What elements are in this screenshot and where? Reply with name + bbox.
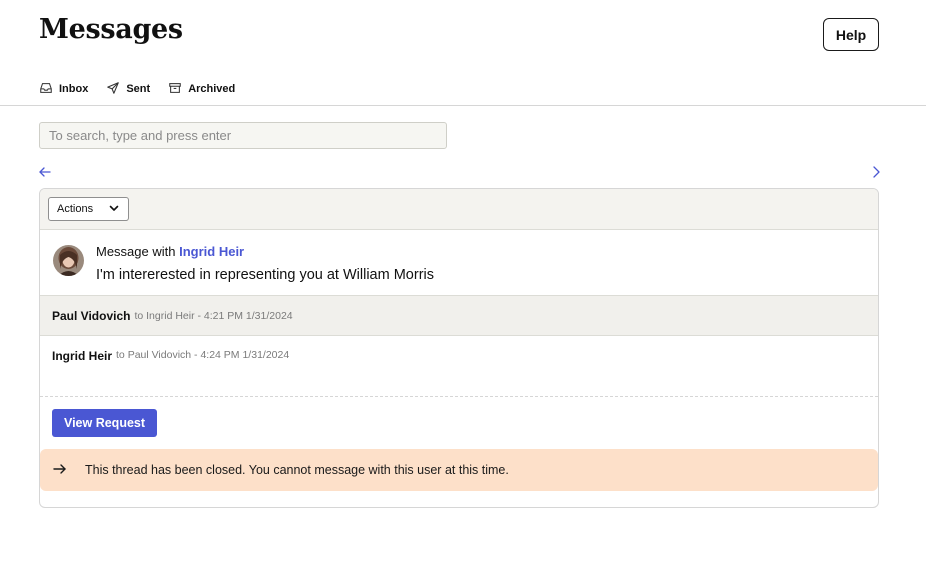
next-chevron-icon[interactable] (868, 164, 884, 180)
tab-inbox-label: Inbox (59, 83, 89, 95)
tab-sent[interactable]: Sent (106, 80, 150, 98)
tabs-divider (0, 105, 926, 106)
message-meta: to Ingrid Heir - 4:21 PM 1/31/2024 (134, 309, 293, 322)
thread-header: Message with Ingrid Heir I'm interereste… (40, 230, 878, 296)
archive-icon (168, 81, 182, 98)
message-row[interactable]: Ingrid Heir to Paul Vidovich - 4:24 PM 1… (40, 336, 878, 397)
thread-toolbar: Actions (40, 189, 878, 230)
message-row[interactable]: Paul Vidovich to Ingrid Heir - 4:21 PM 1… (40, 296, 878, 336)
send-icon (106, 81, 120, 98)
chevron-down-icon (108, 202, 120, 217)
message-with-prefix: Message with (96, 244, 176, 259)
message-sender: Ingrid Heir (52, 349, 113, 363)
closed-notice-text: This thread has been closed. You cannot … (85, 463, 509, 477)
tab-sent-label: Sent (126, 83, 151, 95)
message-with-line: Message with Ingrid Heir (96, 244, 244, 259)
arrow-right-icon (52, 461, 85, 480)
avatar (53, 245, 84, 276)
message-meta: to Paul Vidovich - 4:24 PM 1/31/2024 (116, 349, 290, 361)
participant-link[interactable]: Ingrid Heir (179, 244, 244, 259)
message-tabs: Inbox Sent Archived (39, 80, 235, 98)
tab-archived[interactable]: Archived (168, 80, 235, 98)
help-button[interactable]: Help (823, 18, 879, 51)
tab-inbox[interactable]: Inbox (39, 80, 88, 98)
tab-archived-label: Archived (188, 83, 236, 95)
actions-dropdown[interactable]: Actions (48, 197, 129, 221)
message-sender: Paul Vidovich (52, 308, 131, 323)
thread-subject: I'm intererested in representing you at … (96, 267, 434, 283)
message-thread: Actions Message with Ingrid Heir I'm int… (39, 188, 879, 508)
inbox-icon (39, 81, 53, 98)
search-input[interactable] (39, 122, 447, 149)
actions-label: Actions (57, 203, 94, 215)
previous-arrow-icon[interactable] (37, 164, 53, 180)
closed-thread-notice: This thread has been closed. You cannot … (40, 449, 878, 491)
page-title: Messages (39, 14, 183, 45)
view-request-button[interactable]: View Request (52, 409, 157, 437)
